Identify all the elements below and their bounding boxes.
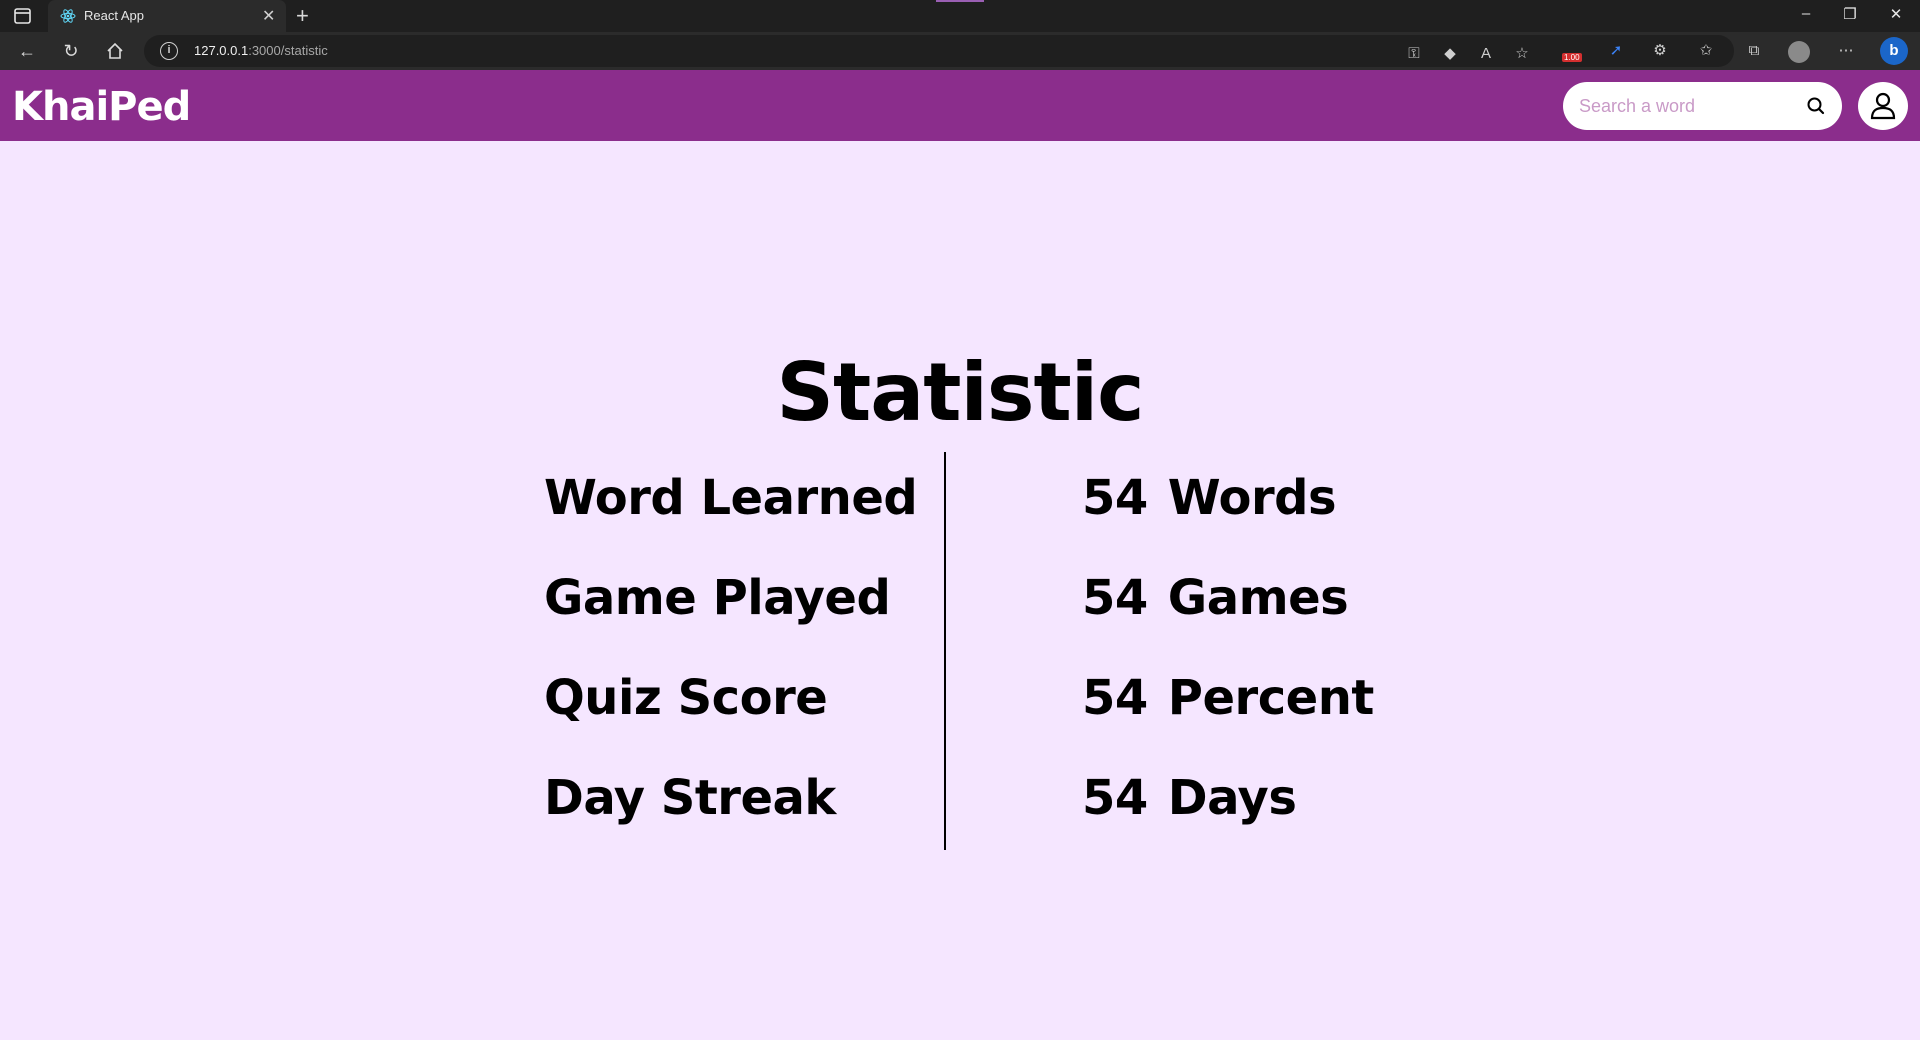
search-input[interactable] — [1579, 94, 1799, 118]
new-tab-icon[interactable]: + — [296, 3, 309, 29]
browser-tab[interactable]: React App ✕ — [48, 0, 286, 32]
stat-value-quiz: 54 Percent — [1082, 670, 1374, 726]
app-logo[interactable]: KhaiPed — [12, 84, 191, 130]
tab-actions-icon[interactable] — [12, 7, 34, 25]
collections-icon[interactable]: ⧉ — [1744, 41, 1764, 61]
extensions-icon[interactable]: ⚙ — [1650, 41, 1670, 61]
stat-number: 54 — [1082, 570, 1148, 626]
stat-value-games: 54 Games — [1082, 570, 1349, 626]
user-icon — [1870, 92, 1896, 120]
close-window-icon[interactable]: ✕ — [1882, 5, 1910, 23]
stat-number: 54 — [1082, 470, 1148, 526]
search-icon[interactable] — [1805, 95, 1827, 117]
stat-label-games: Game Played — [544, 570, 891, 626]
stat-value-streak: 54 Days — [1082, 770, 1297, 826]
page-title: Statistic — [776, 346, 1144, 439]
tab-close-icon[interactable]: ✕ — [262, 6, 275, 26]
stat-unit: Percent — [1167, 670, 1375, 726]
user-account-button[interactable] — [1858, 82, 1908, 130]
extension-badge-icon[interactable]: 1.00 — [1562, 41, 1582, 62]
stat-unit: Days — [1167, 770, 1297, 826]
read-aloud-icon[interactable]: A — [1476, 44, 1496, 64]
site-info-icon[interactable]: i — [160, 42, 178, 60]
app-header: KhaiPed — [0, 70, 1920, 141]
search-box[interactable] — [1563, 82, 1842, 130]
favorites-icon[interactable]: ✩ — [1696, 41, 1716, 61]
favorite-add-icon[interactable]: ☆ — [1512, 44, 1532, 64]
stat-value-words: 54 Words — [1082, 470, 1337, 526]
key-icon[interactable]: ⚿ — [1404, 44, 1424, 64]
translate-extension-icon[interactable]: ➚ — [1606, 41, 1626, 61]
browser-tab-bar: React App ✕ + – ❐ ✕ — [0, 0, 1920, 32]
address-bar[interactable]: i 127.0.0.1:3000/statistic ⚿ ◆ A ☆ — [144, 35, 1734, 67]
stat-label-quiz: Quiz Score — [544, 670, 828, 726]
extension-badge: 1.00 — [1562, 53, 1582, 62]
browser-nav-bar: ← ↻ i 127.0.0.1:3000/statistic ⚿ ◆ A ☆ 1… — [0, 32, 1920, 70]
back-icon[interactable]: ← — [16, 40, 38, 62]
react-icon — [60, 9, 76, 23]
address-url: 127.0.0.1:3000/statistic — [194, 43, 328, 58]
profile-icon[interactable] — [1788, 41, 1810, 63]
stat-label-streak: Day Streak — [544, 770, 836, 826]
stat-label-words: Word Learned — [544, 470, 918, 526]
tab-drag-indicator — [936, 0, 984, 2]
restore-icon[interactable]: ❐ — [1836, 5, 1864, 23]
more-icon[interactable]: ⋯ — [1836, 41, 1856, 61]
stat-number: 54 — [1082, 770, 1148, 826]
minimize-icon[interactable]: – — [1792, 5, 1820, 22]
bing-icon[interactable]: b — [1880, 37, 1908, 65]
tag-icon[interactable]: ◆ — [1440, 44, 1460, 64]
tab-title: React App — [84, 8, 144, 23]
stats-divider — [944, 452, 946, 850]
stat-number: 54 — [1082, 670, 1148, 726]
home-icon[interactable] — [104, 40, 126, 62]
stat-unit: Games — [1167, 570, 1349, 626]
refresh-icon[interactable]: ↻ — [60, 40, 82, 62]
stat-unit: Words — [1167, 470, 1337, 526]
